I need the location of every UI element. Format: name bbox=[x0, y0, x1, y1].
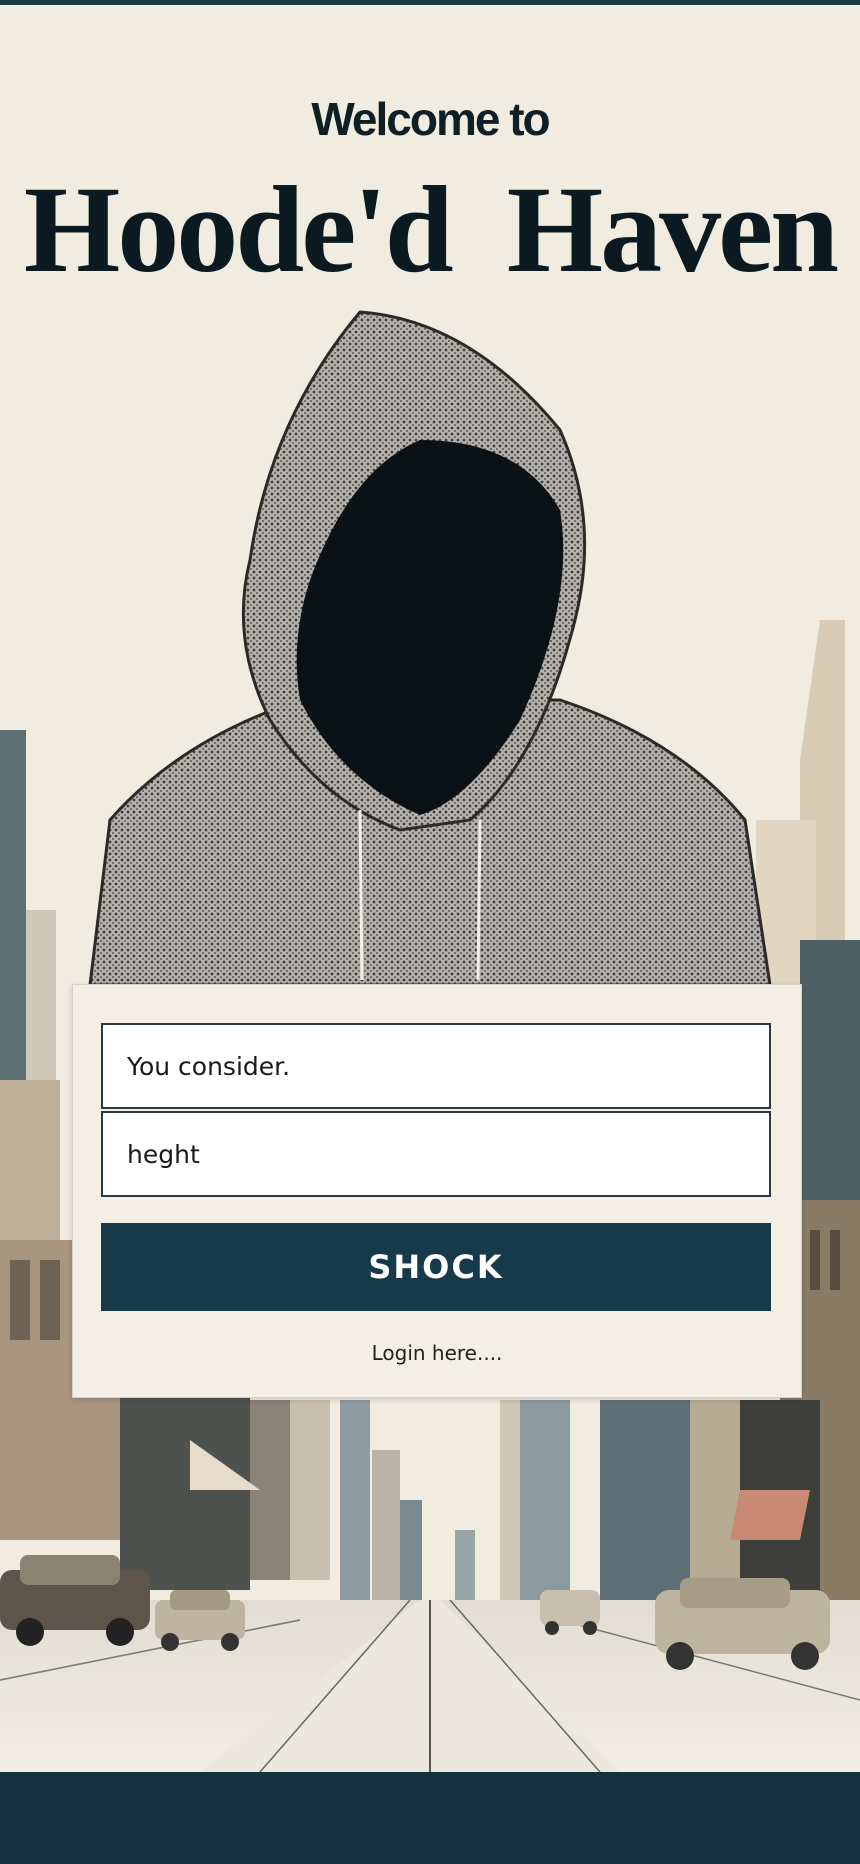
welcome-heading: Welcome to bbox=[311, 93, 550, 145]
brand-title: Hoode'd Haven bbox=[23, 161, 839, 298]
submit-button[interactable]: SHOCK bbox=[101, 1223, 771, 1311]
username-field[interactable] bbox=[101, 1023, 771, 1109]
hooded-figure-icon bbox=[88, 310, 772, 987]
username-input[interactable] bbox=[125, 1050, 769, 1082]
login-card: SHOCK Login here.... bbox=[72, 984, 802, 1398]
login-link[interactable]: Login here.... bbox=[73, 1341, 801, 1365]
password-input[interactable] bbox=[125, 1138, 769, 1170]
footer-bar bbox=[0, 1772, 860, 1864]
password-field[interactable] bbox=[101, 1111, 771, 1197]
distant-skyline-icon bbox=[340, 1400, 570, 1600]
